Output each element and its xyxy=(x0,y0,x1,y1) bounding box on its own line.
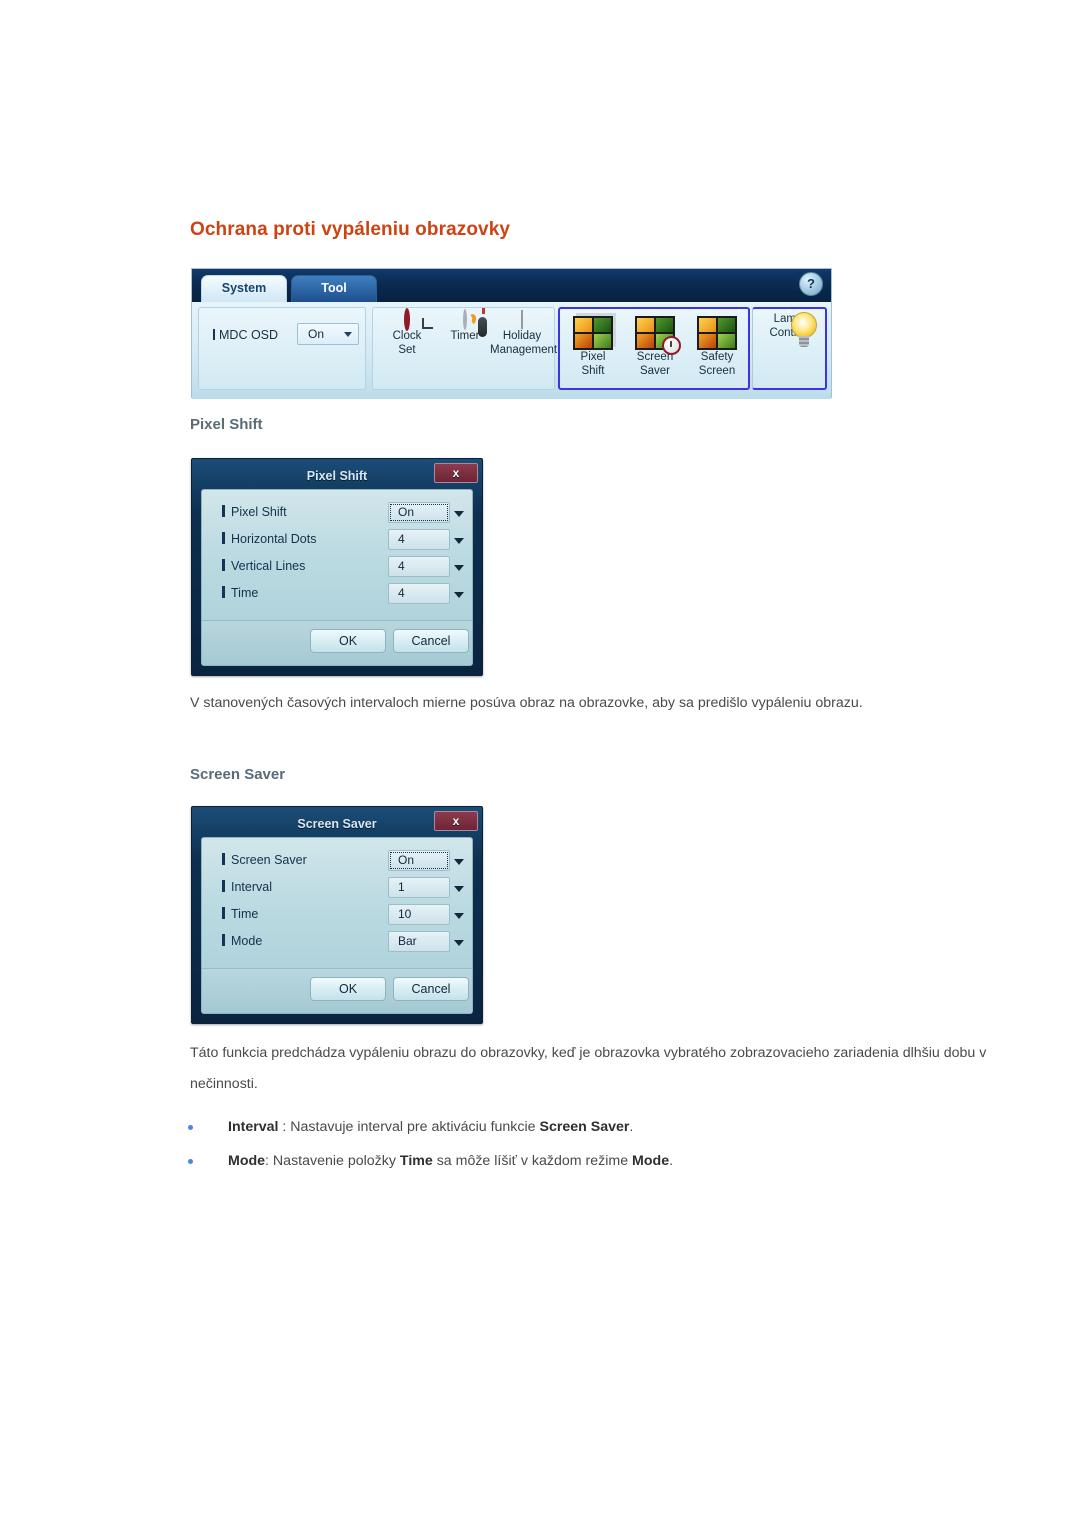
label-bullet-icon xyxy=(222,559,225,571)
calendar-icon xyxy=(521,310,523,329)
bullet-term: Screen Saver xyxy=(539,1119,630,1135)
chevron-down-icon xyxy=(454,859,464,865)
chevron-down-icon xyxy=(454,511,464,517)
list-item: Mode: Nastavenie položky Time sa môže lí… xyxy=(186,1144,946,1178)
chevron-down-icon xyxy=(454,538,464,544)
tab-tool[interactable]: Tool xyxy=(291,275,377,302)
form-row-horizontal-dots: Horizontal Dots 4 xyxy=(202,527,472,554)
safety-screen-icon xyxy=(697,316,737,350)
page-title: Ochrana proti vypáleniu obrazovky xyxy=(190,219,511,240)
chevron-down-icon xyxy=(454,886,464,892)
chevron-down-icon xyxy=(454,592,464,598)
form-row-interval: Interval 1 xyxy=(202,875,472,902)
cancel-button[interactable]: Cancel xyxy=(393,629,469,653)
mdc-toolbar-screenshot: System Tool ? MDC OSD On Clock Set Timer… xyxy=(191,268,832,399)
ok-button[interactable]: OK xyxy=(310,629,386,653)
mode-select[interactable]: Bar xyxy=(388,931,464,952)
mdc-titlebar: System Tool ? xyxy=(192,269,831,302)
screen-saver-dialog-footer: OK Cancel xyxy=(202,968,472,1013)
ribbon-button-screen-saver[interactable]: Screen Saver xyxy=(625,312,685,388)
bullet-term: Mode xyxy=(632,1153,670,1169)
bullet-term: Time xyxy=(399,1153,433,1169)
ribbon-button-lamp-control[interactable]: Lamp Control xyxy=(758,312,818,388)
form-row-time: Time 4 xyxy=(202,581,472,608)
ribbon-button-clock-set[interactable]: Clock Set xyxy=(377,308,437,387)
screen-saver-bullet-list: Interval : Nastavuje interval pre aktivá… xyxy=(186,1110,946,1178)
label-bullet-icon xyxy=(213,329,215,340)
bullet-term: Mode xyxy=(228,1153,266,1169)
ok-button[interactable]: OK xyxy=(310,977,386,1001)
label-bullet-icon xyxy=(222,505,225,517)
ribbon-button-holiday-management[interactable]: Holiday Management xyxy=(490,310,557,387)
label-bullet-icon xyxy=(222,586,225,598)
form-row-pixel-shift: Pixel Shift On xyxy=(202,500,472,527)
form-row-mode: Mode Bar xyxy=(202,929,472,956)
interval-select[interactable]: 1 xyxy=(388,877,464,898)
chevron-down-icon xyxy=(344,332,352,337)
document-page: Ochrana proti vypáleniu obrazovky System… xyxy=(0,0,1080,1527)
screen-saver-dialog-body: Screen Saver On Interval 1 Time 10 Mode … xyxy=(201,837,473,1014)
screen-saver-dialog: Screen Saver x Screen Saver On Interval … xyxy=(191,806,483,1024)
label-bullet-icon xyxy=(222,880,225,892)
pixel-shift-icon xyxy=(573,316,613,350)
pixel-shift-select[interactable]: On xyxy=(388,502,464,523)
cancel-button[interactable]: Cancel xyxy=(393,977,469,1001)
clock-icon xyxy=(404,308,410,331)
time-select[interactable]: 4 xyxy=(388,583,464,604)
label-bullet-icon xyxy=(222,853,225,865)
bullet-term: Interval xyxy=(228,1119,279,1135)
pixel-shift-dialog-footer: OK Cancel xyxy=(202,620,472,665)
mdc-osd-label: MDC OSD xyxy=(213,328,278,342)
section-heading-pixel-shift: Pixel Shift xyxy=(190,416,263,433)
time-select[interactable]: 10 xyxy=(388,904,464,925)
mdc-osd-select[interactable]: On xyxy=(297,323,359,345)
vertical-lines-select[interactable]: 4 xyxy=(388,556,464,577)
close-icon[interactable]: x xyxy=(434,811,478,831)
pixel-shift-dialog: Pixel Shift x Pixel Shift On Horizontal … xyxy=(191,458,483,676)
ribbon-group-lamp: Lamp Control xyxy=(752,307,827,390)
label-bullet-icon xyxy=(222,532,225,544)
ribbon-button-timer[interactable]: Timer xyxy=(435,308,495,387)
ribbon-group-screen: Pixel Shift Screen Saver Safety Screen xyxy=(558,307,750,390)
screen-saver-description: Táto funkcia predchádza vypáleniu obrazu… xyxy=(190,1045,987,1092)
form-row-vertical-lines: Vertical Lines 4 xyxy=(202,554,472,581)
horizontal-dots-select[interactable]: 4 xyxy=(388,529,464,550)
pixel-shift-dialog-body: Pixel Shift On Horizontal Dots 4 Vertica… xyxy=(201,489,473,666)
form-row-time: Time 10 xyxy=(202,902,472,929)
screen-saver-icon xyxy=(635,316,681,355)
section-heading-screen-saver: Screen Saver xyxy=(190,766,286,783)
pixel-shift-description: V stanovených časových intervaloch miern… xyxy=(190,695,863,711)
tab-system[interactable]: System xyxy=(201,275,287,302)
ribbon-group-time: Clock Set Timer Holiday Management xyxy=(372,307,557,390)
ribbon-button-pixel-shift[interactable]: Pixel Shift xyxy=(563,312,623,388)
pixel-shift-dialog-title: Pixel Shift x xyxy=(196,463,478,489)
ribbon-button-safety-screen[interactable]: Safety Screen xyxy=(687,312,747,388)
screen-saver-dialog-title: Screen Saver x xyxy=(196,811,478,837)
help-icon[interactable]: ? xyxy=(799,272,823,296)
form-row-screen-saver: Screen Saver On xyxy=(202,848,472,875)
close-icon[interactable]: x xyxy=(434,463,478,483)
mdc-ribbon: MDC OSD On Clock Set Timer Holiday Manag… xyxy=(192,302,831,399)
label-bullet-icon xyxy=(222,907,225,919)
chevron-down-icon xyxy=(454,913,464,919)
list-item: Interval : Nastavuje interval pre aktivá… xyxy=(186,1110,946,1144)
label-bullet-icon xyxy=(222,934,225,946)
chevron-down-icon xyxy=(454,565,464,571)
chevron-down-icon xyxy=(454,940,464,946)
screen-saver-select[interactable]: On xyxy=(388,850,464,871)
ribbon-group-osd: MDC OSD On xyxy=(198,307,366,390)
timer-icon xyxy=(463,308,487,337)
mdc-osd-value: On xyxy=(308,327,325,341)
